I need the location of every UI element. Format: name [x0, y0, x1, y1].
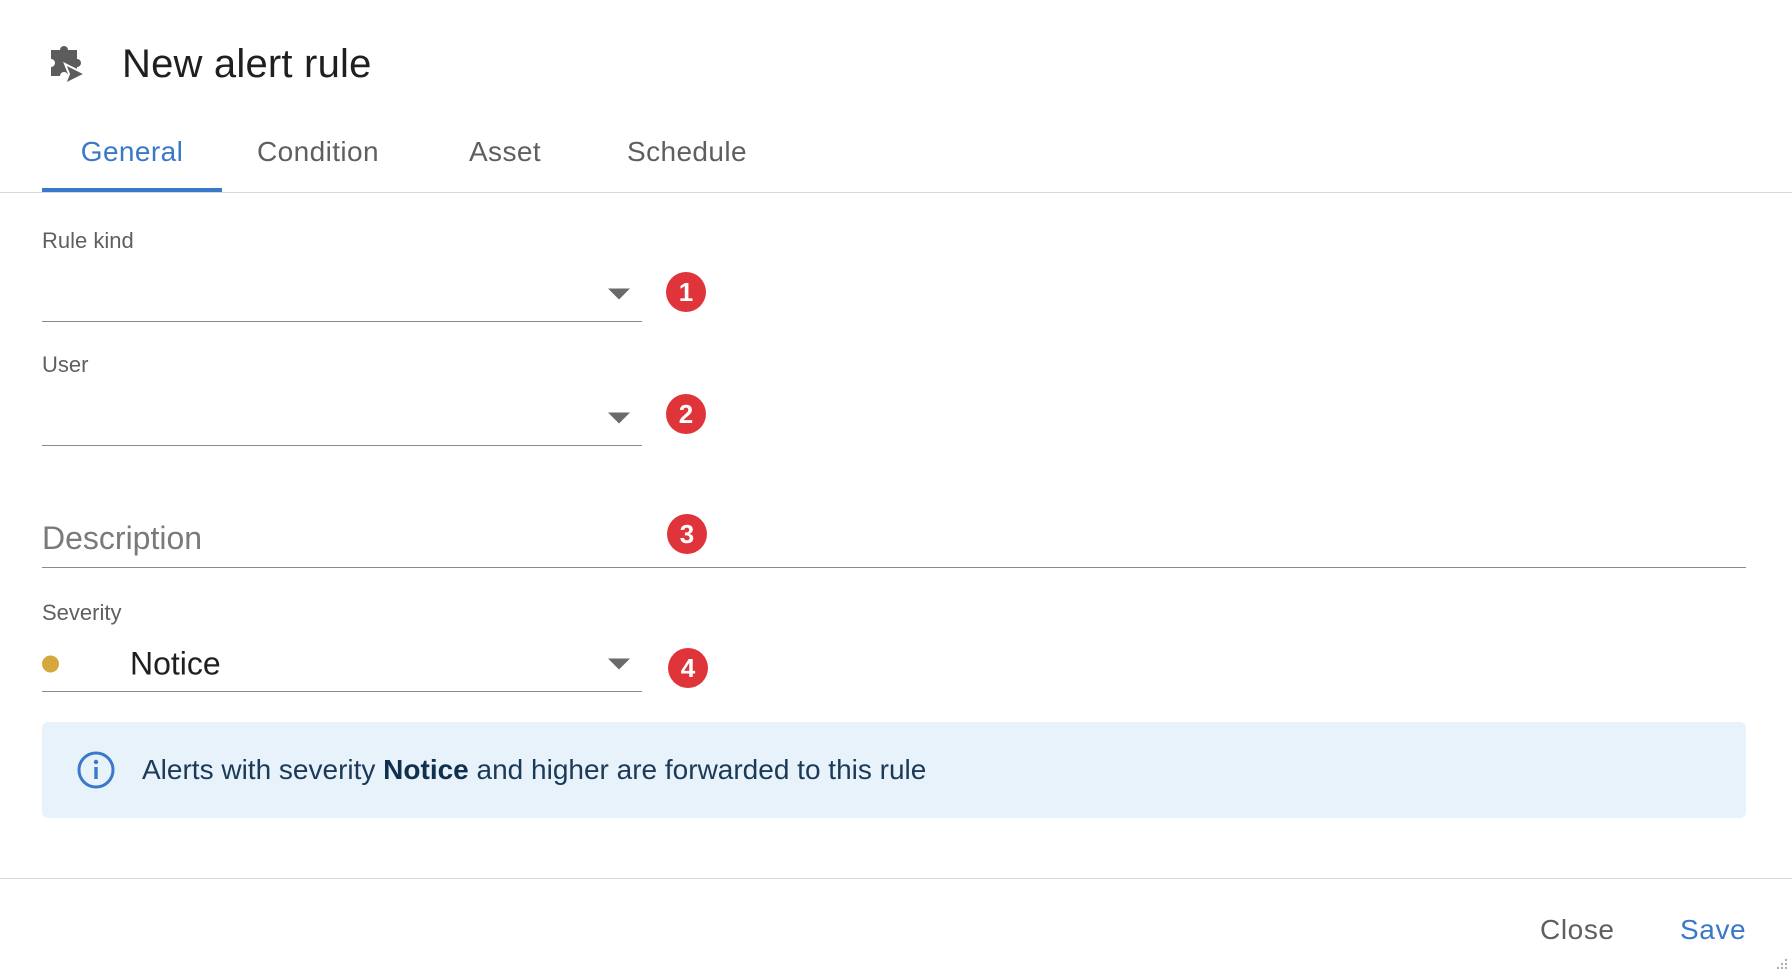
- tab-bar: General Condition Asset Schedule: [42, 112, 778, 192]
- info-text-before: Alerts with severity: [142, 754, 384, 785]
- info-banner: Alerts with severity Notice and higher a…: [42, 722, 1746, 818]
- dialog-header: New alert rule: [42, 36, 372, 92]
- tab-condition[interactable]: Condition: [222, 112, 414, 192]
- puzzle-send-icon: [42, 36, 92, 92]
- footer-divider: [0, 878, 1792, 879]
- tab-schedule[interactable]: Schedule: [596, 112, 778, 192]
- step-badge-3: 3: [667, 514, 707, 554]
- user-select[interactable]: [42, 390, 642, 446]
- info-text-after: and higher are forwarded to this rule: [468, 754, 927, 785]
- tabs-divider: [0, 192, 1792, 193]
- close-button[interactable]: Close: [1540, 910, 1615, 950]
- chevron-down-icon: [608, 658, 630, 669]
- step-badge-1: 1: [666, 272, 706, 312]
- alert-rule-dialog: New alert rule General Condition Asset S…: [0, 0, 1792, 974]
- chevron-down-icon: [608, 288, 630, 299]
- rule-kind-select[interactable]: [42, 266, 642, 322]
- severity-select[interactable]: Notice: [42, 636, 642, 692]
- resize-grip-icon[interactable]: [1774, 956, 1788, 970]
- step-badge-2: 2: [666, 394, 706, 434]
- step-badge-4: 4: [668, 648, 708, 688]
- rule-kind-label: Rule kind: [42, 228, 134, 253]
- severity-color-dot: [42, 655, 59, 672]
- tab-general[interactable]: General: [42, 112, 222, 192]
- user-label: User: [42, 352, 89, 377]
- description-field[interactable]: [42, 502, 1746, 568]
- severity-value: Notice: [130, 645, 221, 681]
- dialog-title: New alert rule: [122, 41, 372, 86]
- tab-asset[interactable]: Asset: [414, 112, 596, 192]
- chevron-down-icon: [608, 412, 630, 423]
- severity-label: Severity: [42, 600, 122, 625]
- info-text: Alerts with severity Notice and higher a…: [142, 754, 926, 786]
- info-severity: Notice: [383, 754, 469, 785]
- save-button[interactable]: Save: [1680, 910, 1746, 950]
- info-icon: [76, 750, 116, 790]
- description-input[interactable]: [42, 502, 1746, 567]
